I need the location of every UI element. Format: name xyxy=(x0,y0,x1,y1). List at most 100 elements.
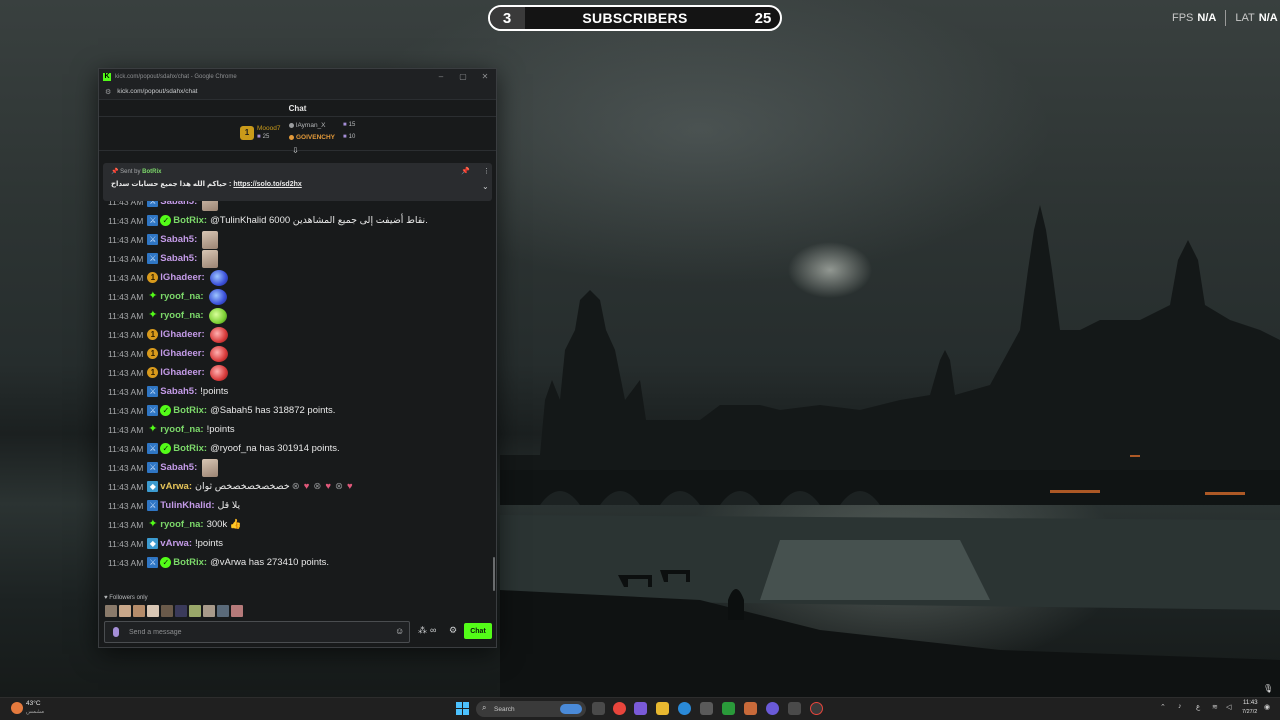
chat-scrollbar[interactable] xyxy=(493,557,495,591)
message-username[interactable]: lGhadeer: xyxy=(160,348,204,359)
tray-volume-icon[interactable]: ◁ xyxy=(1226,703,1231,711)
copilot-icon[interactable] xyxy=(634,702,647,715)
chat-message[interactable]: 11:43 AM ◆ vArwa: خصخصخصخصخص ثوان ⊗ ♥ ⊗ ♥ ⊗ ♥ xyxy=(108,477,355,496)
chat-message[interactable]: 11:43 AM 1 lGhadeer: xyxy=(108,344,228,363)
emote-slot[interactable] xyxy=(203,605,215,617)
chat-message[interactable]: 11:43 AM 1 lGhadeer: xyxy=(108,325,228,344)
chat-message[interactable]: 11:43 AM ⚔ Sabah5: xyxy=(108,249,219,268)
tray-wifi-icon[interactable]: ≋ xyxy=(1212,703,1218,711)
message-username[interactable]: Sabah5: xyxy=(160,386,197,397)
message-username[interactable]: vArwa: xyxy=(160,481,192,492)
weather-temperature[interactable]: 43°C xyxy=(26,700,41,707)
window-titlebar[interactable]: K kick.com/popout/sdahx/chat - Google Ch… xyxy=(99,69,496,84)
chat-message[interactable]: 11:43 AM ✦ ryoof_na: !points xyxy=(108,420,235,439)
chat-tools-icon[interactable]: ⁂ xyxy=(418,625,427,636)
cross-emoji-icon[interactable]: ⊗ xyxy=(335,481,343,492)
infinity-icon[interactable]: ∞ xyxy=(430,625,436,635)
sticker-emote-icon[interactable] xyxy=(202,249,219,268)
red-emote-icon[interactable] xyxy=(209,364,228,381)
mod-badge-icon[interactable]: ⚔ xyxy=(147,462,159,473)
leaderboard-first-name[interactable]: Moood7 xyxy=(257,125,281,132)
sub-badge-icon[interactable]: 1 xyxy=(147,367,159,378)
recent-emotes-strip[interactable] xyxy=(105,605,243,617)
sticker-emote-icon[interactable] xyxy=(202,458,219,477)
file-explorer-icon[interactable] xyxy=(656,702,669,715)
start-menu-icon[interactable] xyxy=(456,702,469,715)
mod-badge-icon[interactable]: ⚔ xyxy=(147,215,159,226)
emote-slot[interactable] xyxy=(105,605,117,617)
message-username[interactable]: BotRix: xyxy=(173,443,207,454)
vip-badge-icon[interactable]: ◆ xyxy=(147,481,159,492)
chat-message-input[interactable] xyxy=(129,625,389,639)
leaderboard-third-name[interactable]: GOIVENCHY xyxy=(289,134,335,141)
site-settings-icon[interactable]: ⚙ xyxy=(105,88,111,96)
taskbar-clock-date[interactable]: 7/27/2 xyxy=(1242,709,1257,715)
og-badge-icon[interactable]: ✦ xyxy=(147,291,158,302)
emote-slot[interactable] xyxy=(217,605,229,617)
heart-emoji-icon[interactable]: ♥ xyxy=(347,481,353,492)
message-username[interactable]: lGhadeer: xyxy=(160,367,204,378)
sub-badge-icon[interactable]: 1 xyxy=(147,329,159,340)
mod-badge-icon[interactable]: ⚔ xyxy=(147,500,159,511)
message-username[interactable]: ryoof_na: xyxy=(160,519,203,530)
mod-badge-icon[interactable]: ⚔ xyxy=(147,386,159,397)
bot-badge-icon[interactable]: ✓ xyxy=(160,557,172,568)
mod-badge-icon[interactable]: ⚔ xyxy=(147,234,159,245)
chat-message[interactable]: 11:43 AM ⚔ Sabah5: xyxy=(108,230,219,249)
message-username[interactable]: lGhadeer: xyxy=(160,272,204,283)
chat-message[interactable]: 11:43 AM ◆ vArwa: !points xyxy=(108,534,223,553)
notification-icon[interactable]: ◉ xyxy=(1264,703,1270,711)
message-username[interactable]: ryoof_na: xyxy=(160,310,203,321)
sub-badge-icon[interactable]: 1 xyxy=(147,348,159,359)
store-icon[interactable] xyxy=(700,702,713,715)
heart-emoji-icon[interactable]: ♥ xyxy=(325,481,331,492)
settings-gear-icon[interactable]: ⚙ xyxy=(449,625,457,636)
emote-slot[interactable] xyxy=(175,605,187,617)
message-username[interactable]: TulinKhalid: xyxy=(160,500,214,511)
chat-message[interactable]: 11:43 AM ⚔ Sabah5: xyxy=(108,458,219,477)
weather-sun-icon[interactable] xyxy=(11,702,23,714)
weather-description[interactable]: مشمس xyxy=(26,709,44,715)
mod-badge-icon[interactable]: ⚔ xyxy=(147,443,159,454)
mod-badge-icon[interactable]: ⚔ xyxy=(147,253,159,264)
message-username[interactable]: ryoof_na: xyxy=(160,424,203,435)
chat-message[interactable]: 11:43 AM ⚔ Sabah5: !points xyxy=(108,382,228,401)
taskbar-search[interactable]: ⌕ xyxy=(476,701,586,717)
chrome-icon[interactable] xyxy=(613,702,626,715)
message-username[interactable]: Sabah5: xyxy=(160,253,197,264)
close-button[interactable]: ✕ xyxy=(474,72,496,81)
tray-language-icon[interactable]: ع xyxy=(1196,703,1200,711)
chat-message[interactable]: 11:43 AM 1 lGhadeer: xyxy=(108,268,228,287)
cross-emoji-icon[interactable]: ⊗ xyxy=(292,481,300,492)
edge-icon[interactable] xyxy=(678,702,691,715)
mod-badge-icon[interactable]: ⚔ xyxy=(147,557,159,568)
emote-slot[interactable] xyxy=(161,605,173,617)
emote-slot[interactable] xyxy=(133,605,145,617)
taskbar-search-input[interactable] xyxy=(494,703,554,715)
app-window-icon[interactable] xyxy=(788,702,801,715)
chat-message-list[interactable]: 11:43 AM ⚔ Sabah5: 11:43 AM ⚔ ✓ BotRix: @TulinK… xyxy=(99,152,496,594)
message-username[interactable]: vArwa: xyxy=(160,538,192,549)
blue-emote-icon[interactable] xyxy=(209,269,228,286)
emote-slot[interactable] xyxy=(147,605,159,617)
chat-message[interactable]: 11:43 AM ✦ ryoof_na: xyxy=(108,306,227,325)
blue-emote-icon[interactable] xyxy=(208,288,227,305)
bot-badge-icon[interactable]: ✓ xyxy=(160,443,172,454)
cross-emoji-icon[interactable]: ⊗ xyxy=(313,481,321,492)
url-text[interactable]: kick.com/popout/sdahx/chat xyxy=(117,88,197,95)
emoji-picker-icon[interactable]: ☺ xyxy=(395,626,404,636)
green-emote-icon[interactable] xyxy=(208,307,227,324)
obs-icon[interactable] xyxy=(810,702,823,715)
task-view-icon[interactable] xyxy=(592,702,605,715)
heart-emoji-icon[interactable]: ♥ xyxy=(304,481,310,492)
bot-badge-icon[interactable]: ✓ xyxy=(160,405,172,416)
message-username[interactable]: ryoof_na: xyxy=(160,291,203,302)
chat-message[interactable]: 11:43 AM ⚔ ✓ BotRix: @ryoof_na has 301914 po… xyxy=(108,439,340,458)
floating-mic-icon[interactable]: 🎙 xyxy=(1263,684,1273,693)
chat-message[interactable]: 11:43 AM ⚔ TulinKhalid: يلا قل xyxy=(108,496,240,515)
maximize-button[interactable]: ▢ xyxy=(452,72,474,81)
minimize-button[interactable]: – xyxy=(430,72,452,81)
more-options-icon[interactable]: ⋮ xyxy=(483,167,490,175)
message-username[interactable]: BotRix: xyxy=(173,557,207,568)
chat-message[interactable]: 11:43 AM ⚔ ✓ BotRix: @vArwa has 273410 point… xyxy=(108,553,329,572)
